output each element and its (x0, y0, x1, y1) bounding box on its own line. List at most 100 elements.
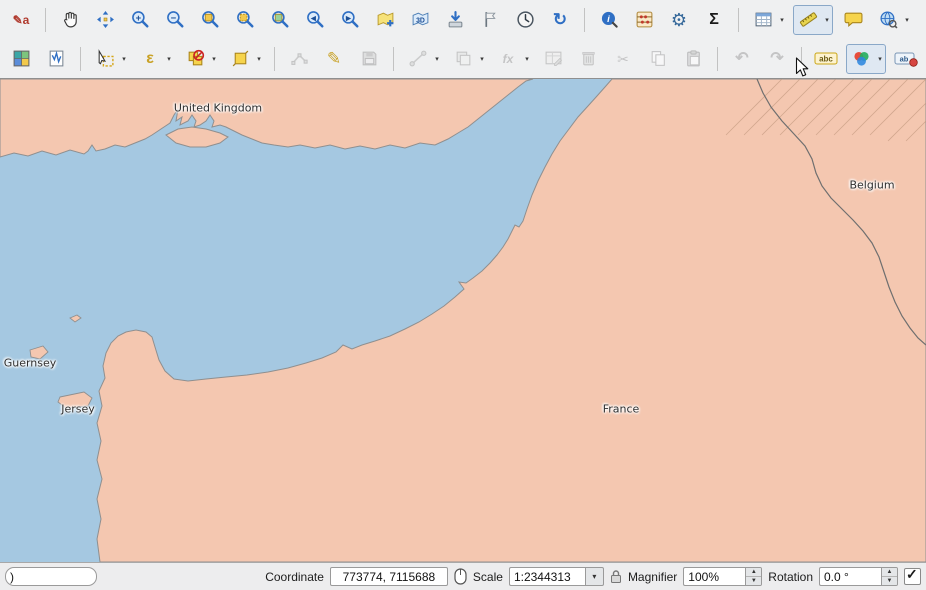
measure-icon[interactable] (794, 6, 822, 34)
delete-selected-button (573, 44, 603, 74)
rotation-input[interactable] (819, 567, 881, 586)
map-label-france: France (603, 403, 640, 416)
svg-text:abc: abc (819, 54, 833, 63)
mouse-position-icon[interactable] (454, 568, 467, 585)
map-label-united-kingdom: United Kingdom (174, 102, 262, 115)
refresh-map-icon[interactable]: ↻ (546, 6, 574, 34)
delete-selected-icon (574, 45, 602, 73)
rotation-spin-buttons: ▲ ▼ (881, 567, 898, 586)
deselect-features-icon[interactable] (181, 45, 209, 73)
magnifier-down-button[interactable]: ▼ (746, 577, 761, 585)
magnifier-up-button[interactable]: ▲ (746, 568, 761, 577)
temporal-controller-icon[interactable] (511, 6, 539, 34)
new-map-view-button (370, 5, 400, 35)
zoom-full-icon[interactable] (196, 6, 224, 34)
new-3d-map-view-icon[interactable]: 3D (406, 6, 434, 34)
metasearch-dropdown[interactable]: ▾ (902, 6, 912, 34)
scale-label: Scale (473, 570, 503, 584)
coordinate-input[interactable] (330, 567, 448, 586)
current-edits-icon[interactable] (7, 45, 35, 73)
layer-labeling-icon[interactable]: abc (812, 45, 840, 73)
move-feature-dropdown[interactable]: ▾ (477, 45, 487, 73)
pan-map-icon[interactable] (56, 6, 84, 34)
map-label-guernsey: Guernsey (4, 357, 57, 370)
locator-input[interactable] (5, 567, 97, 586)
svg-text:+: + (135, 13, 141, 24)
toggle-editing-icon[interactable]: ✎ (320, 45, 348, 73)
pin-labels-icon[interactable]: ab (892, 45, 920, 73)
zoom-last-button: ◂ (300, 5, 330, 35)
undo-icon: ↶ (728, 45, 756, 73)
map-tips-icon[interactable] (839, 6, 867, 34)
scale-dropdown[interactable]: ▾ (585, 567, 604, 586)
select-features-dropdown[interactable]: ▾ (119, 45, 129, 73)
svg-text:−: − (170, 13, 176, 24)
gps-information-icon[interactable] (441, 6, 469, 34)
paste-features-icon (679, 45, 707, 73)
copy-features-button (643, 44, 673, 74)
save-edits-button (354, 44, 384, 74)
digitize-segment-dropdown[interactable]: ▾ (432, 45, 442, 73)
layer-diagram-icon[interactable] (847, 45, 875, 73)
map-canvas[interactable]: United KingdomBelgiumFranceGuernseyJerse… (0, 79, 926, 562)
digitize-shape-icon[interactable] (42, 45, 70, 73)
modify-attributes-icon: fx (494, 45, 522, 73)
metasearch-icon[interactable] (874, 6, 902, 34)
select-by-expression-button: ε▾ (135, 44, 175, 74)
toolbar-separator (717, 47, 718, 71)
deselect-features-dropdown[interactable]: ▾ (209, 45, 219, 73)
pan-map-button (55, 5, 85, 35)
move-feature-button: ▾ (448, 44, 488, 74)
undo-button: ↶ (727, 44, 757, 74)
select-features-icon[interactable] (91, 45, 119, 73)
select-by-expression-dropdown[interactable]: ▾ (164, 45, 174, 73)
toolbar-separator (738, 8, 739, 32)
identify-features-icon[interactable]: i (595, 6, 623, 34)
layout-manager-icon[interactable] (476, 6, 504, 34)
new-3d-map-view-button: 3D (405, 5, 435, 35)
annotation-icon[interactable]: ✎a (7, 6, 35, 34)
zoom-last-icon[interactable]: ◂ (301, 6, 329, 34)
magnifier-spin-buttons: ▲ ▼ (745, 567, 762, 586)
select-by-value-icon[interactable] (226, 45, 254, 73)
modify-attributes-dropdown[interactable]: ▾ (522, 45, 532, 73)
toolbar-separator (393, 47, 394, 71)
toolbar-row-1: ✎a + − ◂▸ 3D ↻ i ⚙Σ ▾ ▾ ▾ (0, 0, 926, 39)
copy-features-icon (644, 45, 672, 73)
zoom-to-selection-icon[interactable] (231, 6, 259, 34)
statistical-summary-icon[interactable] (630, 6, 658, 34)
layer-diagram-dropdown[interactable]: ▾ (875, 45, 885, 73)
select-by-expression-icon[interactable]: ε (136, 45, 164, 73)
lock-scale-icon[interactable] (610, 569, 622, 584)
magnifier-input[interactable] (683, 567, 745, 586)
svg-text:ab: ab (900, 54, 909, 63)
rotation-up-button[interactable]: ▲ (882, 568, 897, 577)
scale-input[interactable] (509, 567, 585, 586)
current-edits-button (6, 44, 36, 74)
rotation-down-button[interactable]: ▼ (882, 577, 897, 585)
zoom-in-icon[interactable]: + (126, 6, 154, 34)
pan-to-selection-icon[interactable] (91, 6, 119, 34)
processing-toolbox-button: ⚙ (664, 5, 694, 35)
toggle-editing-button: ✎ (319, 44, 349, 74)
zoom-next-icon[interactable]: ▸ (336, 6, 364, 34)
zoom-full-button (195, 5, 225, 35)
sum-features-icon[interactable]: Σ (700, 6, 728, 34)
new-map-view-icon[interactable] (371, 6, 399, 34)
zoom-to-layer-icon[interactable] (266, 6, 294, 34)
attribute-table-icon[interactable] (749, 6, 777, 34)
zoom-out-icon[interactable]: − (161, 6, 189, 34)
zoom-to-selection-button (230, 5, 260, 35)
toolbar-separator (80, 47, 81, 71)
vertex-tool-icon (285, 45, 313, 73)
processing-toolbox-icon[interactable]: ⚙ (665, 6, 693, 34)
modify-attributes-button: fx▾ (493, 44, 533, 74)
deselect-features-button: ▾ (180, 44, 220, 74)
select-by-value-dropdown[interactable]: ▾ (254, 45, 264, 73)
render-checkbox[interactable] (904, 568, 921, 585)
zoom-in-button: + (125, 5, 155, 35)
toolbar: ✎a+−◂▸3D↻i⚙Σ▾▾▾ ▾ε▾▾▾✎▾▾fx▾✂↶↷abc▾ababca… (0, 0, 926, 79)
attribute-table-dropdown[interactable]: ▾ (777, 6, 787, 34)
measure-dropdown[interactable]: ▾ (822, 6, 832, 34)
save-edits-icon (355, 45, 383, 73)
